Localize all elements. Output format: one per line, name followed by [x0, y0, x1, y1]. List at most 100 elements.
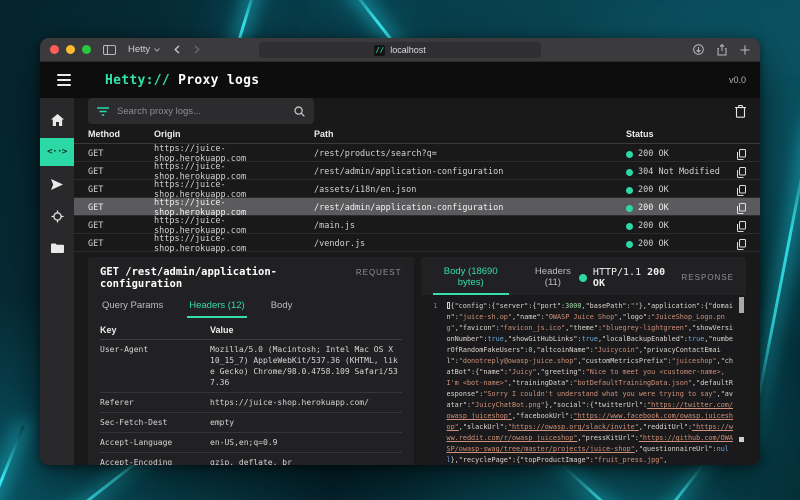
header-row: Accept-Language en-US,en;q=0.9	[100, 433, 402, 453]
sidebar-item-home[interactable]	[40, 106, 74, 134]
search-icon[interactable]	[294, 106, 305, 117]
header-value: https://juice-shop.herokuapp.com/	[210, 397, 402, 408]
request-panel: GET /rest/admin/application-configuratio…	[88, 257, 414, 465]
forward-button[interactable]	[194, 45, 200, 54]
response-panel: Body (18690 bytes) Headers (11) HTTP/1.1…	[421, 257, 747, 465]
folder-icon	[51, 243, 64, 253]
editor-cursor	[447, 302, 450, 309]
clear-logs-button[interactable]	[735, 105, 746, 118]
status-dot-icon	[626, 205, 633, 212]
copy-url-button[interactable]	[722, 239, 746, 250]
col-path: Path	[314, 129, 626, 139]
copy-icon	[737, 221, 746, 232]
cell-origin: https://juice-shop.herokuapp.com	[154, 234, 314, 254]
cell-path: /rest/admin/application-configuration	[314, 203, 626, 213]
request-title: GET /rest/admin/application-configuratio…	[100, 266, 356, 290]
log-row[interactable]: GET https://juice-shop.herokuapp.com /ve…	[74, 234, 760, 252]
cell-status: 304 Not Modified	[626, 167, 722, 177]
tab-request-headers[interactable]: Headers (12)	[187, 294, 246, 318]
copy-url-button[interactable]	[722, 221, 746, 232]
tab-response-headers[interactable]: Headers (11)	[527, 260, 579, 295]
sidebar-item-projects[interactable]	[40, 234, 74, 262]
scrollbar-thumb[interactable]	[739, 297, 744, 313]
log-row[interactable]: GET https://juice-shop.herokuapp.com /as…	[74, 180, 760, 198]
copy-url-button[interactable]	[722, 149, 746, 160]
col-value: Value	[210, 325, 402, 335]
cell-path: /assets/i18n/en.json	[314, 185, 626, 195]
detail-panels: GET /rest/admin/application-configuratio…	[74, 252, 760, 465]
cell-origin: https://juice-shop.herokuapp.com	[154, 198, 314, 218]
http-status-text: HTTP/1.1 200 OK	[593, 267, 666, 289]
tab-response-body[interactable]: Body (18690 bytes)	[433, 260, 509, 295]
editor-scrollbar[interactable]	[739, 297, 744, 465]
app-header: Hetty:// Proxy logs v0.0	[40, 62, 760, 98]
address-bar[interactable]: // localhost	[259, 42, 541, 58]
header-key: Accept-Language	[100, 437, 210, 448]
copy-url-button[interactable]	[722, 185, 746, 196]
sidebar-item-proxy-logs[interactable]: <··>	[40, 138, 74, 166]
col-key: Key	[100, 325, 210, 335]
proxy-log-table: Method Origin Path Status GET https://ju…	[74, 124, 760, 252]
log-row-selected[interactable]: GET https://juice-shop.herokuapp.com /re…	[74, 198, 760, 216]
zoom-window-button[interactable]	[82, 45, 91, 54]
logs-toolbar	[74, 98, 760, 124]
page-name: Proxy logs	[178, 73, 259, 88]
cell-path: /vendor.js	[314, 239, 626, 249]
sidebar: <··>	[40, 98, 74, 465]
trash-icon	[735, 105, 746, 118]
sidebar-toggle-icon[interactable]	[103, 45, 116, 55]
cell-method: GET	[88, 149, 154, 159]
browser-menu-label: Hetty	[128, 44, 150, 55]
line-number: 1	[421, 301, 447, 465]
header-value: empty	[210, 417, 402, 428]
search-box[interactable]	[88, 98, 314, 124]
hetty-favicon: //	[374, 45, 385, 56]
header-row: Referer https://juice-shop.herokuapp.com…	[100, 393, 402, 413]
brand-name: Hetty://	[105, 73, 170, 88]
copy-icon	[737, 203, 746, 214]
page-title: Hetty:// Proxy logs	[105, 73, 259, 88]
copy-url-button[interactable]	[722, 167, 746, 178]
cell-status: 200 OK	[626, 185, 722, 195]
cell-method: GET	[88, 221, 154, 231]
copy-url-button[interactable]	[722, 203, 746, 214]
header-row: User-Agent Mozilla/5.0 (Macintosh; Intel…	[100, 340, 402, 393]
header-value: gzip, deflate, br	[210, 457, 402, 465]
code-brackets-icon: <··>	[47, 147, 67, 157]
tab-query-params[interactable]: Query Params	[100, 294, 165, 318]
status-dot-icon	[579, 274, 587, 282]
close-window-button[interactable]	[50, 45, 59, 54]
hamburger-menu-icon[interactable]	[57, 74, 91, 86]
tab-request-body[interactable]: Body	[269, 294, 295, 318]
request-headers-table: Key Value User-Agent Mozilla/5.0 (Macint…	[100, 322, 402, 465]
cell-status: 200 OK	[626, 149, 722, 159]
status-dot-icon	[626, 151, 633, 158]
log-row[interactable]: GET https://juice-shop.herokuapp.com /re…	[74, 144, 760, 162]
copy-icon	[737, 185, 746, 196]
header-key: User-Agent	[100, 344, 210, 388]
cell-path: /rest/products/search?q=	[314, 149, 626, 159]
log-row[interactable]: GET https://juice-shop.herokuapp.com /ma…	[74, 216, 760, 234]
request-kind-label: REQUEST	[356, 268, 402, 277]
version-badge: v0.0	[729, 75, 746, 85]
sidebar-item-sender[interactable]	[40, 170, 74, 198]
back-button[interactable]	[174, 45, 180, 54]
new-tab-icon[interactable]	[740, 45, 750, 55]
downloads-icon[interactable]	[693, 44, 704, 55]
response-body-editor[interactable]: 1 {"config":{"server":{"port":3000,"base…	[421, 295, 747, 465]
minimize-window-button[interactable]	[66, 45, 75, 54]
copy-icon	[737, 239, 746, 250]
browser-menu-hetty[interactable]: Hetty	[128, 44, 160, 55]
copy-icon	[737, 167, 746, 178]
header-key: Sec-Fetch-Dest	[100, 417, 210, 428]
copy-icon	[737, 149, 746, 160]
log-row[interactable]: GET https://juice-shop.herokuapp.com /re…	[74, 162, 760, 180]
col-origin: Origin	[154, 129, 314, 139]
sidebar-item-intercept[interactable]	[40, 202, 74, 230]
search-input[interactable]	[117, 106, 286, 117]
wallpaper-glow	[0, 425, 25, 500]
share-icon[interactable]	[717, 44, 727, 56]
cell-method: GET	[88, 185, 154, 195]
cell-origin: https://juice-shop.herokuapp.com	[154, 180, 314, 200]
cell-origin: https://juice-shop.herokuapp.com	[154, 144, 314, 164]
